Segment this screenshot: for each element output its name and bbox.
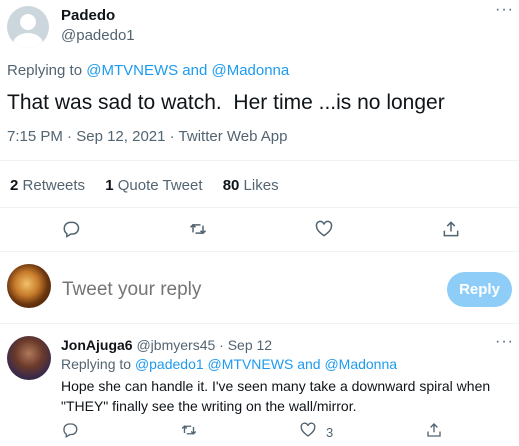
likes-label: Likes (243, 177, 279, 194)
tweet-date[interactable]: Sep 12, 2021 (76, 128, 165, 145)
author-handle[interactable]: @padedo1 (61, 27, 135, 44)
retweets-label: Retweets (22, 177, 86, 194)
share-icon[interactable] (425, 421, 443, 439)
quotes-count: 1 (105, 177, 114, 194)
reply-author-handle[interactable]: @jbmyers45 (136, 337, 215, 353)
like-icon[interactable] (314, 219, 334, 239)
replying-prefix: Replying to (7, 62, 83, 79)
divider (0, 160, 519, 161)
reply-author-name[interactable]: JonAjuga6 (61, 337, 133, 353)
reply-button[interactable]: Reply (447, 272, 512, 307)
more-icon[interactable]: ··· (495, 1, 514, 19)
divider (0, 323, 519, 324)
tweet-text: That was sad to watch. Her time ...is no… (7, 91, 445, 114)
reply-input[interactable] (62, 279, 422, 301)
retweets-count: 2 (10, 177, 19, 194)
current-user-avatar[interactable] (7, 264, 51, 308)
reply-like-count: 3 (326, 425, 334, 440)
tweet-stats: 2 Retweets 1 Quote Tweet 80 Likes (10, 177, 295, 194)
tweet-time[interactable]: 7:15 PM (7, 128, 63, 145)
reply-replying-to: Replying to @padedo1 @MTVNEWS and @Madon… (61, 356, 397, 372)
retweet-icon[interactable] (180, 421, 198, 439)
meta-separator: · (219, 337, 224, 353)
replying-to: Replying to @MTVNEWS and @Madonna (7, 62, 289, 79)
reply-date[interactable]: Sep 12 (228, 337, 272, 353)
replying-users-link[interactable]: @MTVNEWS and @Madonna (86, 62, 289, 79)
author-name[interactable]: Padedo (61, 7, 115, 24)
tweet-source[interactable]: Twitter Web App (179, 128, 288, 145)
like-icon[interactable] (299, 421, 317, 439)
default-avatar-icon (13, 14, 43, 48)
retweet-icon[interactable] (188, 219, 208, 239)
likes-stat[interactable]: 80 Likes (223, 177, 279, 194)
reply-header: JonAjuga6 @jbmyers45 · Sep 12 (61, 337, 272, 353)
share-icon[interactable] (441, 219, 461, 239)
likes-count: 80 (222, 177, 240, 194)
reply-text: Hope she can handle it. I've seen many t… (61, 378, 491, 414)
reply-icon[interactable] (61, 421, 79, 439)
replying-users-link[interactable]: @padedo1 @MTVNEWS and @Madonna (135, 356, 397, 372)
reply-author-avatar[interactable] (7, 336, 51, 380)
quotes-label: Quote Tweet (117, 177, 203, 194)
reply-icon[interactable] (61, 219, 81, 239)
divider (0, 207, 519, 208)
tweet-meta: 7:15 PM · Sep 12, 2021 · Twitter Web App (7, 128, 288, 145)
divider (0, 251, 519, 252)
quotes-stat[interactable]: 1 Quote Tweet (105, 177, 206, 194)
retweets-stat[interactable]: 2 Retweets (10, 177, 89, 194)
more-icon[interactable]: ··· (495, 333, 514, 351)
replying-prefix: Replying to (61, 356, 132, 372)
meta-separator: · (67, 128, 73, 145)
avatar[interactable] (7, 6, 49, 48)
meta-separator: · (169, 128, 175, 145)
